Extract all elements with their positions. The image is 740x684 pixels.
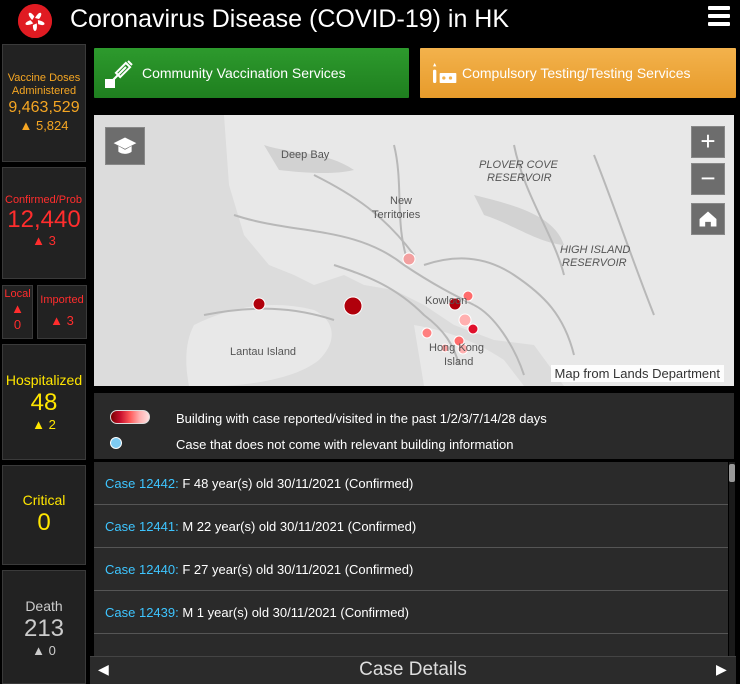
case-list-scrollbar[interactable] [729, 462, 735, 656]
compulsory-testing-button[interactable]: Compulsory Testing/Testing Services [420, 48, 736, 98]
case-id: Case 12441: [105, 519, 179, 534]
hospitalized-panel[interactable]: Hospitalized 48 ▲ 2 [2, 344, 86, 460]
vaccine-doses-label-1: Vaccine Doses [7, 72, 81, 84]
hospitalized-label: Hospitalized [5, 372, 83, 388]
graduation-cap-icon[interactable] [105, 127, 145, 165]
map-label-plover-cove-1: PLOVER COVE [479, 159, 558, 171]
map-legend: Building with case reported/visited in t… [94, 393, 734, 459]
map-terrain [94, 115, 734, 386]
case-list: Case 12442: F 48 year(s) old 30/11/2021 … [94, 462, 728, 656]
compulsory-testing-label: Compulsory Testing/Testing Services [462, 65, 691, 81]
hospitalized-value: 48 [30, 389, 58, 416]
case-detail: M 22 year(s) old 30/11/2021 (Confirmed) [182, 519, 417, 534]
legend-building-text: Building with case reported/visited in t… [176, 411, 547, 426]
local-label: Local [4, 288, 31, 300]
critical-value: 0 [37, 509, 51, 536]
building-gradient-swatch [110, 410, 150, 424]
confirmed-value: 12,440 [7, 206, 81, 233]
scrollbar-thumb[interactable] [729, 464, 735, 482]
critical-label: Critical [22, 492, 66, 508]
critical-panel[interactable]: Critical 0 [2, 465, 86, 565]
zoom-out-button[interactable]: − [691, 163, 725, 195]
list-item[interactable]: Case 12439: M 1 year(s) old 30/11/2021 (… [94, 591, 728, 634]
confirmed-panel[interactable]: Confirmed/Prob 12,440 ▲ 3 [2, 167, 86, 279]
imported-cases-panel[interactable]: Imported ▲ 3 [37, 285, 87, 339]
hospitalized-delta: ▲ 2 [32, 417, 56, 432]
home-icon[interactable] [691, 203, 725, 235]
map-label-hong-kong-1: Hong Kong [429, 342, 485, 354]
local-cases-panel[interactable]: Local ▲ 0 [2, 285, 33, 339]
case-id: Case 12440: [105, 562, 179, 577]
syringe-icon [105, 60, 133, 88]
community-vaccination-button[interactable]: Community Vaccination Services [94, 48, 409, 98]
map-attribution: Map from Lands Department [550, 365, 724, 382]
vaccine-doses-label-2: Administered [11, 85, 77, 97]
death-panel[interactable]: Death 213 ▲ 0 [2, 570, 86, 684]
map-label-lantau: Lantau Island [230, 346, 297, 358]
test-tubes-icon [433, 63, 457, 83]
case-details-title[interactable]: Case Details [90, 659, 736, 681]
vaccine-doses-panel[interactable]: Vaccine Doses Administered 9,463,529 ▲ 5… [2, 44, 86, 162]
death-delta: ▲ 0 [32, 643, 56, 658]
local-value: 0 [13, 317, 22, 332]
confirmed-delta: ▲ 3 [32, 233, 56, 248]
bauhinia-logo-icon [18, 4, 52, 38]
page-title: Coronavirus Disease (COVID-19) in HK [70, 5, 510, 33]
map-label-deep-bay: Deep Bay [281, 149, 330, 161]
case-detail: M 1 year(s) old 30/11/2021 (Confirmed) [182, 605, 409, 620]
case-id: Case 12439: [105, 605, 179, 620]
imported-delta: ▲ 3 [50, 313, 74, 328]
case-id: Case 12442: [105, 476, 179, 491]
zoom-in-button[interactable]: + [691, 126, 725, 158]
map-label-new-territories-1: New [390, 195, 413, 207]
next-arrow-icon[interactable]: ▶ [716, 661, 727, 678]
case-detail: F 27 year(s) old 30/11/2021 (Confirmed) [182, 562, 414, 577]
case-details-footer: ◀ Case Details ▶ [90, 656, 736, 684]
case-detail: F 48 year(s) old 30/11/2021 (Confirmed) [182, 476, 414, 491]
legend-no-building-text: Case that does not come with relevant bu… [176, 437, 514, 452]
map-label-kowloon: Kowloon [425, 295, 468, 307]
community-vaccination-label: Community Vaccination Services [142, 65, 346, 81]
local-delta-arrow: ▲ [11, 301, 24, 316]
death-value: 213 [23, 615, 65, 642]
map-label-hong-kong-2: Island [444, 356, 474, 368]
map-label-high-island-1: HIGH ISLAND [560, 244, 631, 256]
map-label-plover-cove-2: RESERVOIR [487, 172, 552, 184]
app-header: Coronavirus Disease (COVID-19) in HK [0, 0, 740, 40]
no-building-dot-icon [110, 437, 122, 449]
map-label-high-island-2: RESERVOIR [562, 257, 627, 269]
hamburger-menu-icon[interactable] [708, 6, 730, 28]
imported-label: Imported [40, 294, 84, 306]
case-map[interactable]: Deep Bay New Territories PLOVER COVE RES… [94, 115, 734, 386]
vaccine-doses-value: 9,463,529 [8, 99, 80, 116]
list-item[interactable]: Case 12441: M 22 year(s) old 30/11/2021 … [94, 505, 728, 548]
list-item[interactable]: Case 12442: F 48 year(s) old 30/11/2021 … [94, 462, 728, 505]
list-item[interactable]: Case 12440: F 27 year(s) old 30/11/2021 … [94, 548, 728, 591]
vaccine-doses-delta: ▲ 5,824 [19, 118, 69, 133]
map-label-new-territories-2: Territories [372, 209, 421, 221]
death-label: Death [25, 598, 63, 614]
